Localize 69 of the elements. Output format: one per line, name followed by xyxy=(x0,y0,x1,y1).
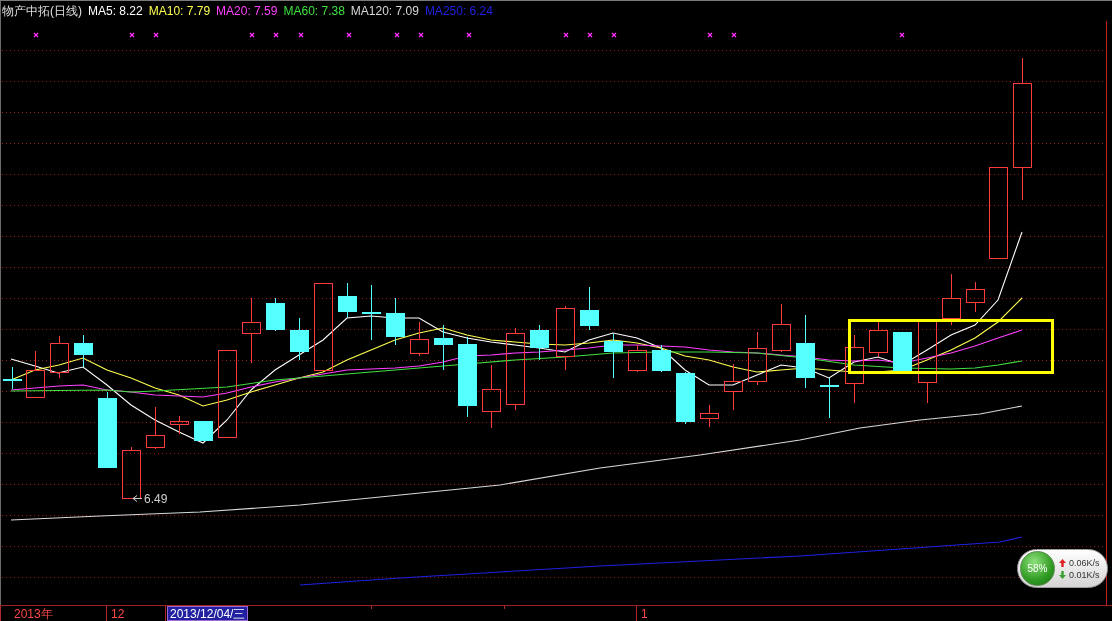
x-marker-icon xyxy=(899,32,905,38)
candlestick xyxy=(700,404,719,428)
candlestick xyxy=(482,364,501,429)
candlestick xyxy=(820,377,839,419)
candlestick xyxy=(748,331,767,386)
candlestick xyxy=(628,344,647,373)
arrow-icon xyxy=(132,495,143,502)
moving-average-label: MA250: 6.24 xyxy=(424,4,493,18)
date-label: 12 xyxy=(110,606,126,621)
network-monitor-widget[interactable]: 58% 0.06K/s 0.01K/s xyxy=(1017,549,1108,588)
moving-average-label: MA60: 7.38 xyxy=(283,4,345,18)
x-marker-icon xyxy=(33,32,39,38)
candlestick xyxy=(3,366,22,390)
candlestick xyxy=(266,297,285,332)
candlestick xyxy=(242,297,261,364)
x-marker-icon xyxy=(129,32,135,38)
x-marker-icon xyxy=(731,32,737,38)
download-rate: 0.01K/s xyxy=(1069,569,1100,580)
x-marker-icon xyxy=(394,32,400,38)
candlestick xyxy=(556,305,575,371)
candlestick xyxy=(530,324,549,361)
candlestick xyxy=(50,335,69,379)
x-marker-icon xyxy=(587,32,593,38)
moving-average-label: MA20: 7.59 xyxy=(216,4,278,18)
candlestick xyxy=(966,281,985,313)
x-marker-icon xyxy=(273,32,279,38)
moving-average-label: MA10: 7.79 xyxy=(148,4,211,18)
date-label: 2013/12/04/三 xyxy=(167,606,249,621)
candlestick xyxy=(652,344,671,373)
candlestick xyxy=(869,320,888,358)
candlestick xyxy=(26,350,45,398)
candlestick xyxy=(122,446,141,499)
candlestick xyxy=(942,273,961,326)
candlestick xyxy=(194,420,213,442)
candlestick xyxy=(338,282,357,319)
usage-gauge: 58% xyxy=(1020,551,1055,586)
up-arrow-icon xyxy=(1059,558,1066,567)
x-marker-icon xyxy=(563,32,569,38)
x-marker-icon xyxy=(249,32,255,38)
candlestick xyxy=(290,317,309,361)
x-marker-icon xyxy=(611,32,617,38)
candlestick xyxy=(676,371,695,425)
moving-average-label: MA120: 7.09 xyxy=(350,4,419,18)
candlestick xyxy=(580,286,599,331)
candlestick xyxy=(772,303,791,353)
date-label: 2013年 xyxy=(13,606,54,621)
x-marker-icon xyxy=(346,32,352,38)
candlestick xyxy=(893,331,912,373)
low-price-label: 6.49 xyxy=(144,492,168,506)
candlestick xyxy=(410,321,429,357)
candlestick xyxy=(724,363,743,411)
upload-rate: 0.06K/s xyxy=(1069,557,1100,568)
candlestick xyxy=(386,297,405,346)
candlestick xyxy=(845,334,864,404)
x-marker-icon xyxy=(418,32,424,38)
candlestick xyxy=(434,324,453,371)
x-marker-icon xyxy=(298,32,304,38)
x-marker-icon xyxy=(153,32,159,38)
date-label: 1 xyxy=(640,606,649,621)
x-marker-icon xyxy=(707,32,713,38)
moving-average-label: MA5: 8.22 xyxy=(88,4,143,18)
candlestick xyxy=(362,284,381,341)
candlestick xyxy=(170,415,189,435)
chart-title: 物产中拓(日线) xyxy=(2,2,82,20)
candlestick xyxy=(74,334,93,368)
down-arrow-icon xyxy=(1059,570,1066,579)
x-marker-icon xyxy=(466,32,472,38)
candlestick xyxy=(146,406,165,450)
candlestick xyxy=(604,333,623,379)
